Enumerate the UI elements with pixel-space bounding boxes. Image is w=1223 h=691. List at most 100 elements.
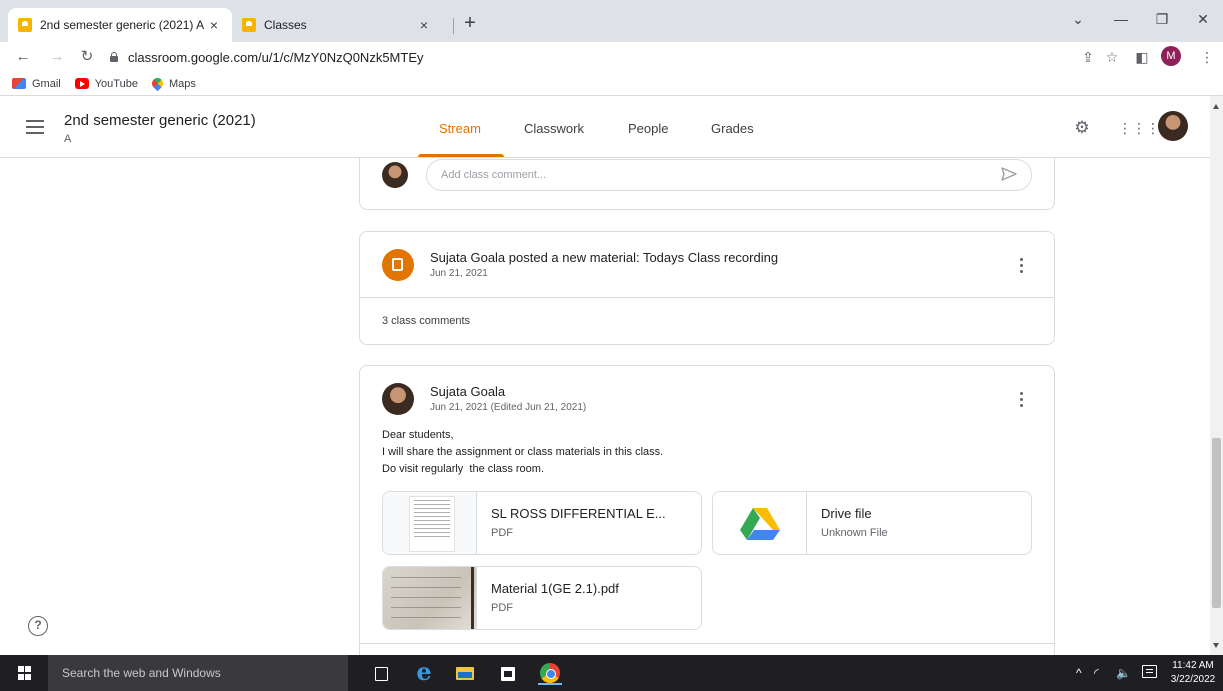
attachment-pdf-sl-ross[interactable]: SL ROSS DIFFERENTIAL E... PDF (382, 491, 702, 555)
close-window-button[interactable]: ✕ (1188, 8, 1218, 30)
browser-profile-avatar[interactable]: M (1161, 46, 1181, 66)
attachment-thumbnail (383, 492, 477, 554)
classroom-favicon-icon (242, 18, 256, 32)
file-explorer-icon[interactable] (453, 661, 477, 685)
attachment-thumbnail (383, 567, 477, 629)
more-options-icon[interactable] (1018, 258, 1024, 274)
network-icon[interactable]: ◜ (1094, 655, 1099, 691)
show-hidden-icons-icon[interactable]: ^ (1076, 655, 1082, 691)
classroom-favicon-icon (18, 18, 32, 32)
browser-tab-strip: 2nd semester generic (2021) A × Classes … (0, 0, 1223, 42)
tab-classwork[interactable]: Classwork (524, 121, 584, 136)
attachment-name: Drive file (821, 506, 872, 521)
course-title[interactable]: 2nd semester generic (2021) (64, 112, 256, 129)
store-bag-icon[interactable] (496, 661, 520, 685)
send-icon[interactable] (1000, 165, 1018, 183)
announcement-line: I will share the assignment or class mat… (382, 446, 664, 458)
google-apps-grid-icon[interactable]: ⋮⋮⋮ (1118, 117, 1160, 139)
course-section: A (64, 133, 72, 145)
announcement-card: Sujata Goala Jun 21, 2021 (Edited Jun 21… (359, 365, 1055, 655)
account-avatar[interactable] (1158, 111, 1188, 141)
taskbar-search-box[interactable]: Search the web and Windows (48, 655, 348, 691)
minimize-window-button[interactable]: — (1106, 8, 1136, 30)
bookmark-maps[interactable]: Maps (149, 75, 196, 92)
back-arrow-icon[interactable]: ← (12, 46, 34, 68)
browser-tab-classes[interactable]: Classes × (232, 8, 442, 42)
tab-close-icon[interactable]: × (206, 17, 222, 33)
attachment-pdf-material-1[interactable]: Material 1(GE 2.1).pdf PDF (382, 566, 702, 630)
tab-grades[interactable]: Grades (711, 121, 754, 136)
attachment-name: Material 1(GE 2.1).pdf (491, 581, 619, 596)
classroom-header: 2nd semester generic (2021) A Stream Cla… (0, 96, 1223, 158)
tab-stream[interactable]: Stream (439, 121, 481, 136)
main-menu-icon[interactable] (26, 120, 44, 134)
new-tab-button[interactable]: + (458, 12, 482, 36)
scrollbar-thumb[interactable] (1212, 438, 1221, 608)
bookmark-youtube[interactable]: YouTube (74, 77, 138, 90)
browser-menu-icon[interactable]: ⋮ (1196, 46, 1218, 68)
tab-search-chevron-icon[interactable]: ⌄ (1063, 8, 1093, 30)
divider (360, 643, 1054, 644)
bookmark-label: Gmail (32, 77, 61, 90)
reload-icon[interactable]: ↻ (76, 46, 98, 68)
youtube-icon (74, 78, 89, 89)
divider (360, 297, 1054, 298)
bookmark-label: Maps (168, 77, 196, 90)
class-comment-input[interactable]: Add class comment... (426, 159, 1032, 191)
attachment-type: PDF (491, 602, 513, 614)
stream-feed: Add class comment... Sujata Goala posted… (0, 158, 1210, 655)
maps-icon (149, 75, 166, 92)
announcement-body: Dear students, I will share the assignme… (382, 427, 663, 478)
announcement-date: Jun 21, 2021 (Edited Jun 21, 2021) (430, 402, 587, 413)
avatar (382, 162, 408, 188)
taskbar-clock[interactable]: 11:42 AM 3/22/2022 (1166, 659, 1220, 687)
windows-start-icon[interactable] (18, 666, 32, 680)
edge-browser-icon[interactable]: e (412, 660, 436, 685)
url-text: classroom.google.com/u/1/c/MzY0NzQ0Nzk5M… (128, 49, 424, 65)
avatar (382, 383, 414, 415)
attachment-thumbnail (713, 492, 807, 554)
attachment-drive-file[interactable]: Drive file Unknown File (712, 491, 1032, 555)
bookmark-label: YouTube (94, 77, 138, 90)
forward-arrow-icon[interactable]: → (46, 46, 68, 68)
address-bar[interactable]: classroom.google.com/u/1/c/MzY0NzQ0Nzk5M… (108, 45, 1108, 69)
attachment-name: SL ROSS DIFFERENTIAL E... (491, 506, 666, 521)
bookmark-star-icon[interactable]: ☆ (1101, 46, 1123, 68)
announcement-line: Dear students, (382, 429, 454, 441)
class-comment-card: Add class comment... (359, 158, 1055, 210)
windows-taskbar: Search the web and Windows e ^ ◜ 🔈 11:42… (0, 655, 1223, 691)
side-panel-icon[interactable]: ◧ (1131, 46, 1153, 68)
restore-window-button[interactable]: ❐ (1147, 8, 1177, 30)
class-settings-gear-icon[interactable]: ⚙ (1071, 117, 1093, 139)
browser-toolbar: ← → ↻ classroom.google.com/u/1/c/MzY0NzQ… (0, 42, 1223, 72)
material-post-date: Jun 21, 2021 (430, 268, 488, 279)
task-view-icon[interactable] (369, 661, 393, 685)
clock-date: 3/22/2022 (1170, 674, 1216, 685)
scroll-up-arrow-icon[interactable] (1213, 104, 1219, 109)
more-options-icon[interactable] (1018, 392, 1024, 408)
bookmarks-bar: Gmail YouTube Maps (0, 72, 1223, 96)
tab-people[interactable]: People (628, 121, 668, 136)
tab-separator (453, 18, 454, 34)
google-drive-icon (740, 508, 780, 540)
chrome-icon[interactable] (538, 661, 562, 685)
tab-title: 2nd semester generic (2021) A (40, 18, 205, 32)
active-tab-indicator (418, 154, 504, 157)
bookmark-gmail[interactable]: Gmail (12, 78, 61, 90)
announcement-line: Do visit regularly the class room. (382, 463, 544, 475)
help-icon[interactable]: ? (28, 616, 48, 636)
scroll-down-arrow-icon[interactable] (1213, 643, 1219, 648)
attachment-type: PDF (491, 527, 513, 539)
material-post-card[interactable]: Sujata Goala posted a new material: Toda… (359, 231, 1055, 345)
share-icon[interactable]: ⇪ (1077, 46, 1099, 68)
tab-close-icon[interactable]: × (416, 17, 432, 33)
material-post-title[interactable]: Sujata Goala posted a new material: Toda… (430, 250, 778, 265)
page-scrollbar[interactable] (1210, 96, 1223, 655)
action-center-icon[interactable] (1142, 665, 1157, 678)
gmail-icon (12, 78, 26, 89)
tab-title: Classes (264, 18, 307, 32)
browser-tab-classroom[interactable]: 2nd semester generic (2021) A × (8, 8, 232, 42)
volume-icon[interactable]: 🔈 (1116, 655, 1131, 691)
announcement-author: Sujata Goala (430, 384, 506, 399)
class-comments-link[interactable]: 3 class comments (382, 315, 470, 327)
